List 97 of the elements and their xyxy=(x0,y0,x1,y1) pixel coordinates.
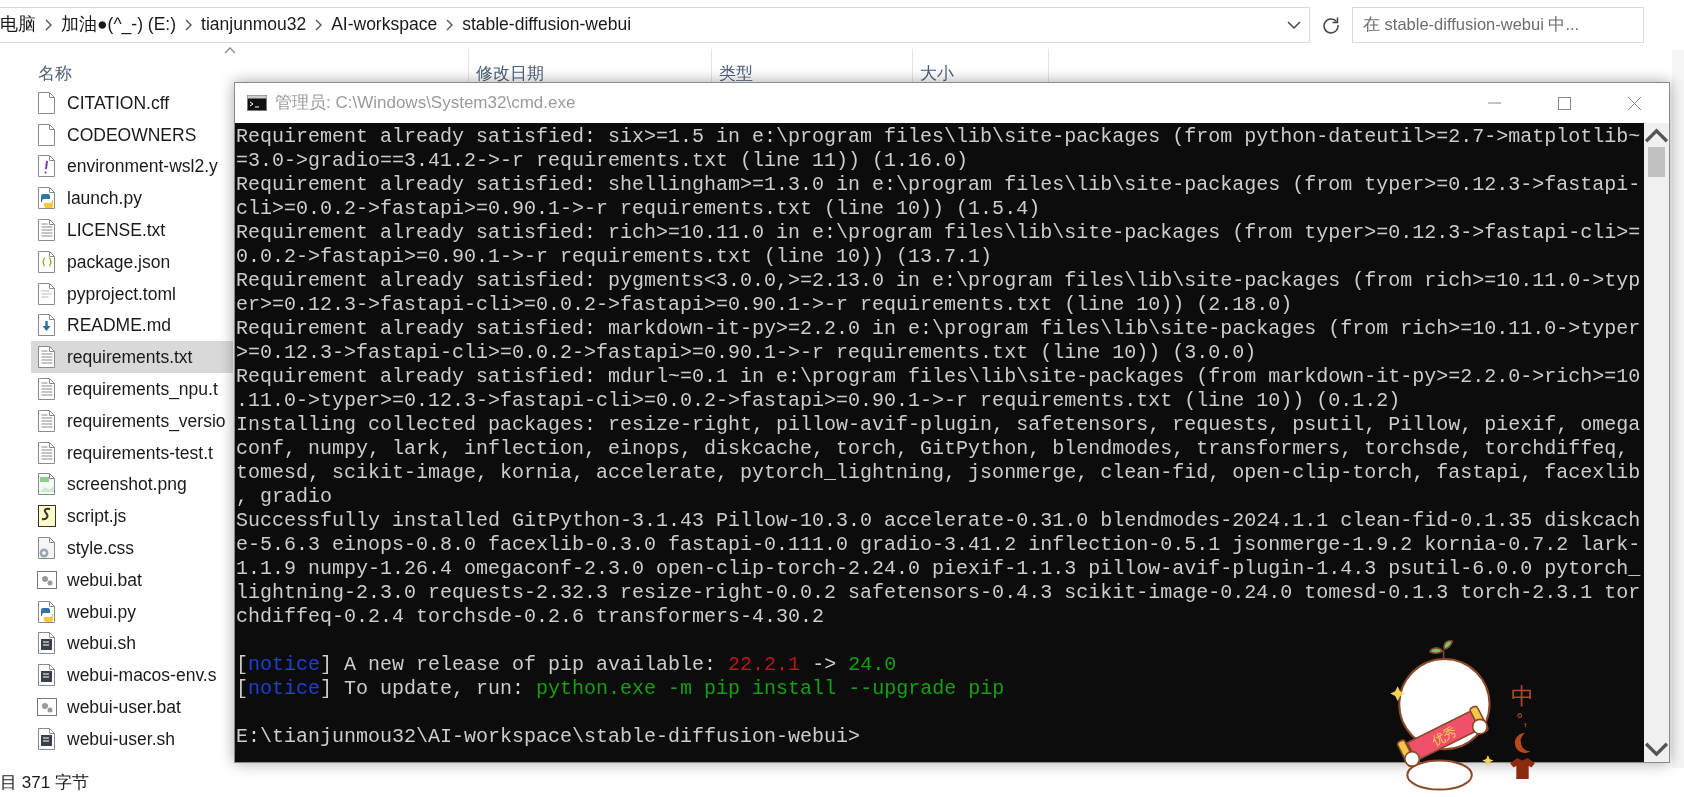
file-row[interactable]: package.json xyxy=(31,246,233,278)
file-row[interactable]: webui-user.bat xyxy=(31,691,233,723)
console-line: Requirement already satisfied: markdown-it-py>=2.2.0 in e:\program files\lib\site-packages (from rich>=10.11.0->typer xyxy=(236,317,1641,341)
window-title: 管理员: C:\Windows\System32\cmd.exe xyxy=(275,92,576,115)
file-row[interactable]: screenshot.png xyxy=(31,468,233,501)
chevron-right-icon xyxy=(44,18,53,31)
console-line: Requirement already satisfied: mdurl~=0.1 in e:\program files\lib\site-packages (from markdown-it-py>=2.2.0->rich>=10 xyxy=(236,365,1641,389)
moon-icon[interactable] xyxy=(1512,731,1532,755)
scrollbar[interactable] xyxy=(1644,123,1669,762)
punctuation-indicator[interactable]: °, xyxy=(1516,711,1528,729)
refresh-icon[interactable] xyxy=(1322,15,1340,34)
console-line: cli>=0.0.2->fastapi>=0.90.1->-r requirements.txt (line 10)) (1.5.4) xyxy=(236,197,1041,221)
console-line: Requirement already satisfied: shellingham>=1.3.0 in e:\program files\lib\site-packages (from typer>=0.12.3->fastapi- xyxy=(236,173,1641,197)
breadcrumb-item[interactable]: AI-workspace xyxy=(331,11,438,38)
file-row[interactable]: environment-wsl2.y xyxy=(31,150,233,183)
console-line: , gradio xyxy=(236,485,332,509)
snake-document-icon xyxy=(37,599,57,624)
scroll-document-icon xyxy=(37,504,57,529)
console-line: [notice] A new release of pip available: 22.2.1 -> 24.0 xyxy=(236,653,897,677)
status-text: 目 371 字节 xyxy=(0,772,89,794)
scrollbar-thumb[interactable] xyxy=(1648,147,1665,177)
search-field[interactable]: 在 stable-diffusion-webui 中... xyxy=(1352,6,1644,43)
file-row[interactable]: README.md xyxy=(31,309,233,342)
file-row[interactable]: requirements_npu.t xyxy=(31,373,233,405)
file-row[interactable]: CITATION.cff xyxy=(31,87,233,119)
close-icon xyxy=(1626,95,1642,111)
document-icon xyxy=(37,90,57,115)
console-line: Installing collected packages: resize-right, pillow-avif-plugin, safetensors, requests, psutil, Pillow, piexif, omega xyxy=(236,413,1641,437)
file-row[interactable]: CODEOWNERS xyxy=(31,118,233,151)
file-row[interactable]: requirements-test.t xyxy=(31,436,233,469)
document-icon xyxy=(37,218,57,243)
column-header[interactable]: 大小 xyxy=(920,64,954,83)
document-icon xyxy=(37,408,57,433)
console-line: E:\tianjunmou32\AI-workspace\stable-diffusion-webui> xyxy=(236,725,861,749)
chevron-right-icon xyxy=(184,18,194,31)
console-line: conf, numpy, lark, inflection, einops, diskcache, torch, GitPython, blendmodes, transformers, torchsde, torchdiffeq, xyxy=(236,437,1629,461)
document-icon xyxy=(37,440,57,465)
file-row[interactable]: launch.py xyxy=(31,182,233,215)
file-row[interactable]: LICENSE.txt xyxy=(31,214,233,246)
file-row[interactable]: webui.py xyxy=(31,595,233,628)
braces-document-icon xyxy=(37,249,57,274)
file-row[interactable]: webui-macos-env.s xyxy=(31,659,233,692)
console-line: Requirement already satisfied: six>=1.5 in e:\program files\lib\site-packages (from python-dateutil>=2.7->matplotlib~ xyxy=(236,125,1641,149)
exclamation-document-icon xyxy=(37,154,57,179)
column-header[interactable]: 名称 xyxy=(38,64,72,83)
console-line: [notice] To update, run: python.exe -m pip install --upgrade pip xyxy=(236,677,1005,701)
document-icon xyxy=(37,377,57,402)
file-row[interactable]: requirements_versio xyxy=(31,404,233,437)
file-row[interactable]: style.css xyxy=(31,532,233,564)
scrollbar[interactable] xyxy=(1672,50,1684,768)
console-line: =3.0->gradio==3.41.2->-r requirements.txt (line 11)) (1.16.0) xyxy=(236,149,969,173)
console-line: 1.1.9 numpy-1.26.4 omegaconf-2.3.0 open-clip-torch-2.24.0 piexif-1.1.3 pillow-avif-plugin-1.4.3 psutil-6.0.0 pytorch_ xyxy=(236,557,1641,581)
minimize-icon xyxy=(1486,102,1502,104)
breadcrumb-item[interactable]: 加油●(^_-) (E:) xyxy=(61,11,177,38)
console-line: chdiffeq-0.2.4 torchsde-0.2.6 transformers-4.30.2 xyxy=(236,605,825,629)
console-line: .11.0->typer>=0.12.3->fastapi-cli>=0.0.2->fastapi>=0.90.1->-r requirements.txt (line 10)) (0.1.2) xyxy=(236,389,1401,413)
console-line: e-5.6.3 einops-0.8.0 facexlib-0.3.0 fastapi-0.111.0 gradio-3.41.2 inflection-0.5.1 jsonmerge-1.9.2 kornia-0.7.2 lark- xyxy=(236,533,1641,557)
chevron-right-icon xyxy=(445,18,455,31)
banner-text: 优秀 xyxy=(1429,723,1460,749)
column-header[interactable]: 类型 xyxy=(719,64,753,83)
arrow-document-icon xyxy=(37,313,57,338)
image-document-icon xyxy=(37,472,57,497)
mascot-drawing[interactable] xyxy=(1390,640,1494,791)
console-line: Requirement already satisfied: rich>=10.11.0 in e:\program files\lib\site-packages (from typer>=0.12.3->fastapi-cli>= xyxy=(236,221,1641,245)
terminal-document-icon xyxy=(37,663,57,688)
console-line: er>=0.12.3->fastapi-cli>=0.0.2->fastapi>=0.90.1->-r requirements.txt (line 10)) (2.18.0) xyxy=(236,293,1293,317)
console-line: Requirement already satisfied: pygments<3.0.0,>=2.13.0 in e:\program files\lib\site-packages (from rich>=10.11.0->typ xyxy=(236,269,1641,293)
console-line: lightning-2.3.0 requests-2.32.3 resize-right-0.0.2 safetensors-0.4.3 scikit-image-0.24.0 tomesd-0.1.3 torch-2.3.1 tor xyxy=(236,581,1641,605)
breadcrumb-item[interactable]: stable-diffusion-webui xyxy=(462,11,632,38)
column-header[interactable]: 修改日期 xyxy=(476,64,544,83)
file-row[interactable]: requirements.txt xyxy=(31,341,233,374)
console-line: 0.0.2->fastapi>=0.90.1->-r requirements.txt (line 10)) (13.7.1) xyxy=(236,245,993,269)
terminal-document-icon xyxy=(37,726,57,751)
terminal-document-icon xyxy=(37,631,57,656)
chevron-down-icon[interactable] xyxy=(1287,19,1301,30)
file-row[interactable]: pyproject.toml xyxy=(31,277,233,310)
file-row[interactable]: script.js xyxy=(31,500,233,533)
console-line: >=0.12.3->fastapi-cli>=0.0.2->fastapi>=0.90.1->-r requirements.txt (line 10)) (3.0.0) xyxy=(236,341,1257,365)
address-bar[interactable]: 电脑 加油●(^_-) (E:) tianjunmou32 AI-workspace stable-diffusion-webui xyxy=(0,6,1310,43)
file-row[interactable]: webui-user.sh xyxy=(31,722,233,755)
document-icon xyxy=(37,122,57,147)
breadcrumb-item[interactable]: tianjunmou32 xyxy=(201,11,307,38)
maximize-icon xyxy=(1556,95,1572,111)
console-line: tomesd, scikit-image, kornia, accelerate, pytorch_lightning, jsonmerge, clean-fid, open-clip-torch, fastapi, facexlib xyxy=(236,461,1641,485)
console-line: Successfully installed GitPython-3.1.43 Pillow-10.3.0 accelerate-0.31.0 blendmodes-2024.1.1 clean-fid-0.1.35 diskcach xyxy=(236,509,1641,533)
document-icon xyxy=(37,281,57,306)
file-row[interactable]: webui.bat xyxy=(31,563,233,596)
shirt-icon[interactable] xyxy=(1508,757,1536,780)
document-icon xyxy=(37,345,57,370)
file-row[interactable]: webui.sh xyxy=(31,627,233,660)
breadcrumb-item[interactable]: 电脑 xyxy=(0,11,36,38)
chevron-right-icon xyxy=(314,18,324,31)
snake-document-icon xyxy=(37,186,57,211)
sort-up-icon xyxy=(224,46,236,54)
gear-document-icon xyxy=(37,536,57,561)
input-mode-indicator[interactable]: 中 xyxy=(1510,684,1534,709)
terminal-icon xyxy=(247,95,267,111)
